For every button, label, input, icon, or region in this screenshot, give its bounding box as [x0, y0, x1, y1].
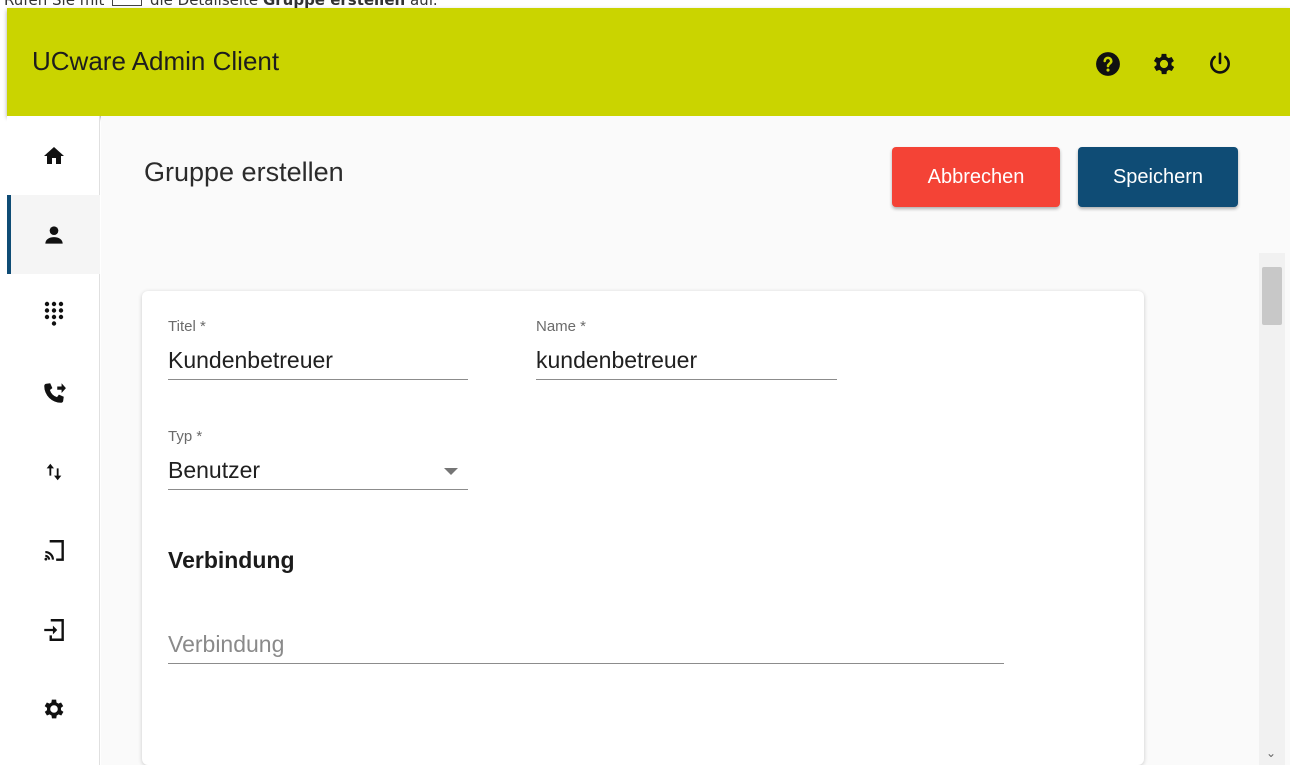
save-button[interactable]: Speichern — [1078, 147, 1238, 207]
name-label: Name * — [536, 318, 587, 335]
sidebar-item-call-forwarding[interactable] — [7, 353, 100, 432]
sidebar-item-settings[interactable] — [7, 669, 100, 748]
typ-select[interactable]: Benutzer — [168, 452, 468, 490]
sidebar-item-dialpad[interactable] — [7, 274, 100, 353]
caption-middle: die Detailseite — [150, 0, 258, 8]
add-icon — [112, 0, 143, 6]
vertical-scrollbar[interactable]: ⌄ — [1259, 253, 1285, 765]
sidebar-item-users[interactable] — [7, 195, 100, 274]
page-title: Gruppe erstellen — [144, 157, 344, 187]
name-input[interactable]: kundenbetreuer — [536, 342, 837, 380]
typ-selected-value: Benutzer — [168, 457, 261, 483]
sidebar-item-provisioning[interactable] — [7, 590, 100, 669]
group-form-card: Titel * Kundenbetreuer Name * kundenbetr… — [142, 291, 1144, 765]
swap-vert-icon — [46, 463, 61, 480]
typ-field[interactable]: Typ * Benutzer — [168, 428, 468, 490]
home-icon — [43, 146, 64, 164]
titel-input[interactable]: Kundenbetreuer — [168, 342, 468, 380]
caption-suffix: auf. — [410, 0, 438, 8]
caption-bold: Gruppe erstellen — [263, 0, 405, 8]
settings-icon — [44, 699, 63, 718]
instruction-caption: Rufen Sie mit die Detailseite Gruppe ers… — [4, 0, 438, 8]
verbindung-field[interactable]: Verbindung — [168, 626, 1004, 664]
app-header: UCware Admin Client — [7, 8, 1290, 116]
sidebar-item-routing[interactable] — [7, 432, 100, 511]
section-title-verbindung: Verbindung — [168, 547, 295, 573]
sidebar-item-cast[interactable] — [7, 511, 100, 590]
help-icon[interactable] — [1080, 46, 1136, 82]
settings-icon[interactable] — [1136, 46, 1192, 82]
titel-label: Titel * — [168, 318, 206, 335]
typ-label: Typ * — [168, 428, 203, 445]
cancel-button[interactable]: Abbrechen — [892, 147, 1060, 207]
login-icon — [43, 618, 64, 641]
dropdown-arrow-icon[interactable] — [444, 468, 458, 475]
scrollbar-thumb[interactable] — [1262, 267, 1282, 325]
dialpad-icon — [44, 301, 63, 326]
call-forward-icon — [43, 382, 66, 403]
main-content: Gruppe erstellen Abbrechen Speichern Tit… — [101, 116, 1290, 765]
sidebar-item-home[interactable] — [7, 116, 100, 195]
app-title: UCware Admin Client — [32, 46, 280, 76]
titel-field[interactable]: Titel * Kundenbetreuer — [168, 318, 468, 380]
power-icon[interactable] — [1192, 46, 1248, 82]
verbindung-input[interactable]: Verbindung — [168, 626, 1004, 664]
caption-prefix: Rufen Sie mit — [4, 0, 104, 8]
user-icon — [44, 225, 63, 244]
cast-icon — [43, 539, 64, 561]
sidebar — [7, 116, 100, 765]
header-actions — [1080, 46, 1248, 82]
name-field[interactable]: Name * kundenbetreuer — [536, 318, 837, 380]
scroll-down-icon[interactable]: ⌄ — [1266, 747, 1276, 759]
